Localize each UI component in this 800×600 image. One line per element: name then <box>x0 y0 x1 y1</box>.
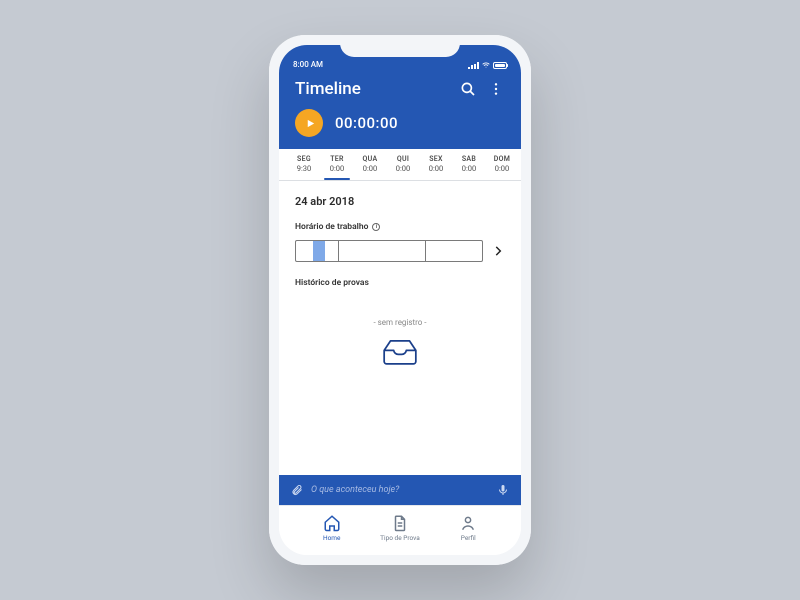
empty-text: - sem registro - <box>295 318 505 327</box>
work-hours-label: Horário de trabalho i <box>295 222 505 232</box>
search-icon <box>459 80 477 98</box>
day-tab-qua[interactable]: QUA0:00 <box>357 155 383 174</box>
main-content: 24 abr 2018 Horário de trabalho i Histór… <box>279 181 521 475</box>
inbox-icon <box>381 337 419 367</box>
day-tab-sab[interactable]: SAB0:00 <box>456 155 482 174</box>
play-icon <box>305 118 316 129</box>
signal-icon <box>468 62 479 69</box>
phone-frame: 8:00 AM Timeline 00 <box>269 35 531 565</box>
work-segment <box>339 241 426 261</box>
history-label: Histórico de provas <box>295 278 505 288</box>
status-time: 8:00 AM <box>293 60 323 69</box>
search-button[interactable] <box>459 80 477 98</box>
app-header: Timeline 00:00:00 <box>279 71 521 149</box>
work-segment <box>296 241 339 261</box>
tab-tipo[interactable]: Tipo de Prova <box>380 514 420 542</box>
date-heading: 24 abr 2018 <box>295 195 505 208</box>
bottom-tabbar: Home Tipo de Prova Perfil <box>279 505 521 555</box>
day-strip: SEG9:30 TER0:00 QUA0:00 QUI0:00 SEX0:00 SAB0:… <box>279 149 521 181</box>
tab-perfil[interactable]: Perfil <box>459 514 477 542</box>
day-tab-sex[interactable]: SEX0:00 <box>423 155 449 174</box>
day-tab-qui[interactable]: QUI0:00 <box>390 155 416 174</box>
chevron-right-icon[interactable] <box>491 244 505 258</box>
phone-notch <box>340 35 460 57</box>
tab-home[interactable]: Home <box>323 514 341 542</box>
wifi-icon <box>482 61 490 69</box>
day-tab-ter[interactable]: TER0:00 <box>324 155 350 174</box>
play-button[interactable] <box>295 109 323 137</box>
more-button[interactable] <box>487 80 505 98</box>
attachment-icon[interactable] <box>291 484 303 496</box>
info-icon[interactable]: i <box>372 223 380 231</box>
app-screen: 8:00 AM Timeline 00 <box>279 45 521 555</box>
day-tab-seg[interactable]: SEG9:30 <box>291 155 317 174</box>
day-tab-dom[interactable]: DOM0:00 <box>489 155 515 174</box>
work-segment <box>426 241 482 261</box>
timer-display: 00:00:00 <box>335 114 398 132</box>
work-hours-bar[interactable] <box>295 240 483 262</box>
page-title: Timeline <box>295 79 449 99</box>
mic-icon[interactable] <box>497 484 509 496</box>
note-bar <box>279 475 521 505</box>
battery-icon <box>493 62 507 69</box>
more-vert-icon <box>488 81 504 97</box>
empty-state: - sem registro - <box>295 318 505 367</box>
note-input[interactable] <box>311 485 489 495</box>
